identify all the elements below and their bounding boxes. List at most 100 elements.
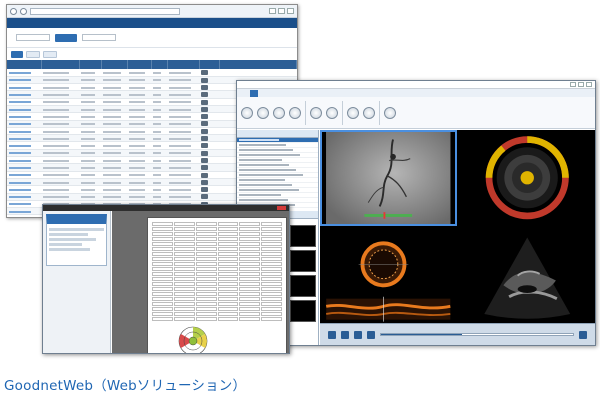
form-cell xyxy=(261,282,282,286)
thumbnail-icon[interactable] xyxy=(201,194,208,200)
date-field[interactable] xyxy=(82,34,116,41)
series-thumbnail[interactable] xyxy=(290,275,316,297)
form-cell xyxy=(173,242,195,246)
cell-placeholder xyxy=(43,159,69,162)
thumbnail-icon[interactable] xyxy=(201,143,208,149)
document-sidebar xyxy=(43,211,111,353)
filter-chip[interactable] xyxy=(11,50,23,58)
form-cell xyxy=(195,287,217,291)
ribbon-tab[interactable] xyxy=(260,90,268,97)
form-cell xyxy=(195,267,217,271)
document-viewer-window xyxy=(42,204,290,354)
stop-icon[interactable] xyxy=(354,330,362,339)
cell-placeholder xyxy=(81,86,95,89)
table-row[interactable] xyxy=(7,69,297,77)
cell-placeholder xyxy=(81,115,95,118)
table-cell xyxy=(151,134,167,143)
thumbnail-icon[interactable] xyxy=(201,77,208,83)
cell-placeholder xyxy=(153,159,161,162)
column-header[interactable] xyxy=(199,60,220,69)
thumbnail-icon[interactable] xyxy=(201,150,208,156)
step-back-icon[interactable] xyxy=(328,330,336,339)
tool-button[interactable] xyxy=(326,106,338,119)
form-cell xyxy=(173,317,195,321)
tool-button[interactable] xyxy=(273,106,285,119)
play-icon[interactable] xyxy=(341,330,349,339)
column-header[interactable] xyxy=(219,60,297,69)
thumbnail-icon[interactable] xyxy=(201,128,208,134)
thumbnail-icon[interactable] xyxy=(201,187,208,193)
maximize-icon[interactable] xyxy=(278,8,285,14)
close-icon[interactable] xyxy=(277,206,286,210)
back-icon[interactable] xyxy=(10,7,17,15)
table-cell xyxy=(167,193,199,201)
column-header[interactable] xyxy=(151,60,168,69)
column-header[interactable] xyxy=(41,60,80,69)
table-cell xyxy=(7,112,41,121)
form-cell xyxy=(239,232,261,236)
column-header[interactable] xyxy=(167,60,200,69)
viewer-titlebar xyxy=(237,81,595,89)
tool-button[interactable] xyxy=(241,106,253,119)
table-cell xyxy=(41,163,79,172)
series-thumbnail[interactable] xyxy=(290,300,316,322)
cell-placeholder xyxy=(9,123,31,126)
form-cell xyxy=(195,222,217,226)
angiography-viewport[interactable] xyxy=(320,130,457,226)
tool-button[interactable] xyxy=(347,106,359,119)
thumbnail-icon[interactable] xyxy=(201,114,208,120)
tool-button[interactable] xyxy=(257,106,269,119)
ivus-viewport[interactable] xyxy=(458,130,595,226)
thumbnail-icon[interactable] xyxy=(201,157,208,163)
thumbnail-icon[interactable] xyxy=(201,179,208,185)
cell-placeholder xyxy=(169,94,191,97)
echo-viewport[interactable] xyxy=(458,227,595,323)
maximize-icon[interactable] xyxy=(578,82,584,87)
thumbnail-icon[interactable] xyxy=(201,99,208,105)
minimize-icon[interactable] xyxy=(269,8,276,14)
thumbnail-icon[interactable] xyxy=(201,70,208,76)
table-cell xyxy=(167,156,199,165)
table-cell xyxy=(199,105,219,114)
thumbnail-icon[interactable] xyxy=(201,106,208,112)
tool-button[interactable] xyxy=(310,106,322,119)
column-header[interactable] xyxy=(7,60,42,69)
search-button[interactable] xyxy=(55,33,77,42)
form-cell xyxy=(217,282,239,286)
tool-button[interactable] xyxy=(289,106,301,119)
thumbnail-icon[interactable] xyxy=(201,136,208,141)
form-cell xyxy=(217,242,239,246)
cell-placeholder xyxy=(169,152,191,155)
cell-placeholder xyxy=(153,86,161,89)
oct-viewport[interactable] xyxy=(320,227,457,323)
address-bar[interactable] xyxy=(30,7,180,15)
column-header[interactable] xyxy=(101,60,128,69)
thumbnail-icon[interactable] xyxy=(201,92,208,98)
column-header[interactable] xyxy=(79,60,102,69)
minimize-icon[interactable] xyxy=(570,82,576,87)
loop-icon[interactable] xyxy=(579,330,587,339)
close-icon[interactable] xyxy=(287,8,294,14)
frame-slider[interactable] xyxy=(380,333,574,336)
tool-button[interactable] xyxy=(384,106,396,119)
filter-chip[interactable] xyxy=(43,50,57,58)
cell-placeholder xyxy=(129,188,145,191)
thumbnail-icon[interactable] xyxy=(201,121,208,127)
step-forward-icon[interactable] xyxy=(367,330,375,339)
thumbnail-icon[interactable] xyxy=(201,165,208,171)
forward-icon[interactable] xyxy=(20,7,27,15)
close-icon[interactable] xyxy=(586,82,592,87)
table-cell xyxy=(199,69,219,77)
column-header[interactable] xyxy=(127,60,152,69)
thumbnail-icon[interactable] xyxy=(201,172,208,178)
series-thumbnail[interactable] xyxy=(290,250,316,272)
form-cell xyxy=(217,257,239,261)
ribbon-tab[interactable] xyxy=(240,90,248,97)
search-input[interactable] xyxy=(16,34,50,41)
form-cell xyxy=(152,272,173,276)
filter-chip[interactable] xyxy=(26,50,40,58)
thumbnail-icon[interactable] xyxy=(201,84,208,90)
series-thumbnail[interactable] xyxy=(290,225,316,247)
ribbon-tab[interactable] xyxy=(250,89,258,97)
tool-button[interactable] xyxy=(363,106,375,119)
